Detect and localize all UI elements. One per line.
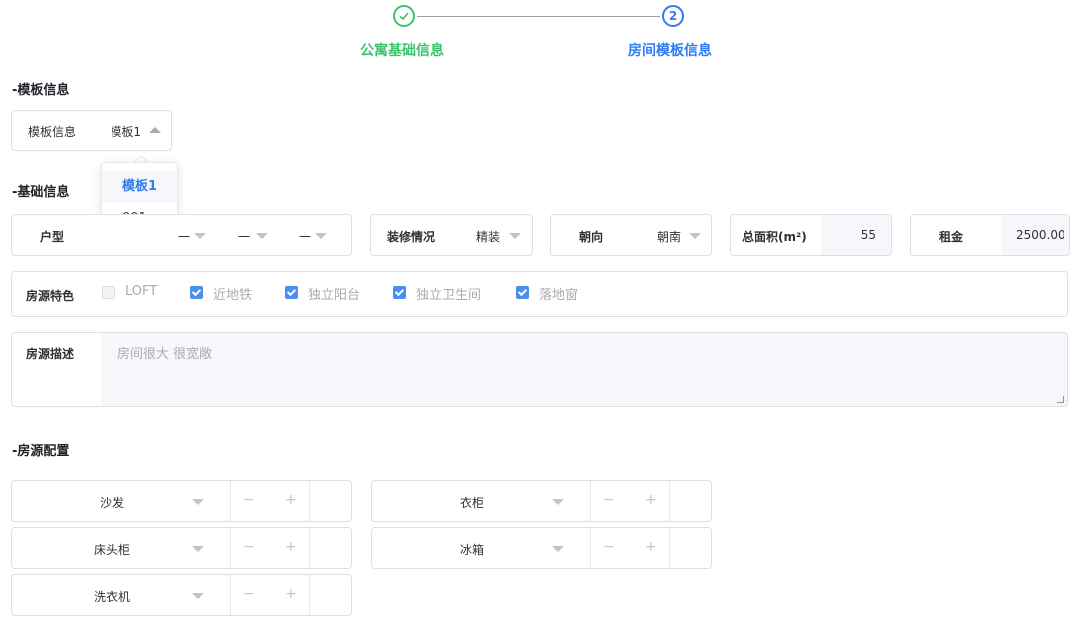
decoration-select[interactable]: 装修情况 精装 [370, 214, 533, 256]
step-1-check-icon [393, 5, 415, 27]
step-connector [417, 16, 660, 17]
config-sofa-label: 沙发 [99, 496, 124, 510]
decoration-label: 装修情况 [387, 230, 436, 244]
step-2-label[interactable]: 房间模板信息 [628, 40, 712, 60]
area-input[interactable]: 55 [821, 215, 891, 255]
orientation-value: 朝南 [657, 230, 682, 244]
rent-field: 租金 2500.00 [910, 214, 1070, 256]
config-nightstand-label: 床头柜 [93, 543, 130, 557]
step-1-label[interactable]: 公寓基础信息 [360, 40, 444, 60]
features-label: 房源特色 [26, 289, 75, 303]
chevron-down-icon [256, 233, 268, 239]
chevron-down-icon[interactable] [552, 546, 564, 552]
room-type-select-1[interactable]: 一 [170, 215, 230, 255]
orientation-select[interactable]: 朝向 朝南 [550, 214, 712, 256]
checkbox-french-window-label: 落地窗 [539, 288, 579, 303]
checkbox-bathroom[interactable] [393, 286, 406, 299]
quantity-stepper: − + [230, 575, 310, 615]
plus-button[interactable]: + [645, 492, 657, 508]
area-value: 55 [860, 228, 876, 242]
description-label: 房源描述 [26, 347, 75, 361]
basic-section-title: -基础信息 [12, 185, 70, 200]
config-row-washer: 洗衣机 − + [11, 574, 352, 616]
config-wardrobe-label: 衣柜 [459, 496, 484, 510]
checkbox-loft[interactable] [102, 286, 115, 299]
template-select[interactable]: 模板信息 模板1 [11, 110, 172, 151]
chevron-down-icon [509, 233, 521, 239]
quantity-stepper: − + [590, 481, 670, 521]
chevron-down-icon[interactable] [552, 499, 564, 505]
decoration-value: 精装 [476, 230, 501, 244]
description-textarea[interactable]: 房间很大 很宽敞 [101, 333, 1067, 406]
minus-button[interactable]: − [603, 492, 615, 508]
room-type-select-3[interactable]: 一 [293, 215, 348, 255]
minus-button[interactable]: − [603, 539, 615, 555]
checkbox-french-window[interactable] [516, 286, 529, 299]
chevron-up-icon [149, 127, 161, 133]
plus-button[interactable]: + [285, 586, 297, 602]
chevron-down-icon[interactable] [192, 593, 204, 599]
rent-value: 2500.00 [1016, 228, 1064, 242]
area-field: 总面积(m²) 55 [730, 214, 892, 256]
config-washer-label: 洗衣机 [93, 590, 130, 604]
checkbox-near-subway-label: 近地铁 [213, 288, 253, 303]
resize-handle-icon[interactable] [1057, 396, 1064, 403]
quantity-stepper: − + [230, 528, 310, 568]
template-selected-value: 模板1 [112, 125, 141, 139]
checkbox-balcony-label: 独立阳台 [308, 288, 361, 303]
room-type-select-2[interactable]: 一 [232, 215, 292, 255]
chevron-down-icon [315, 233, 327, 239]
checkbox-balcony[interactable] [285, 286, 298, 299]
template-section-title: -模板信息 [12, 83, 70, 98]
rent-label: 租金 [939, 230, 964, 244]
room-type-label: 户型 [40, 230, 65, 244]
checkbox-bathroom-label: 独立卫生间 [416, 288, 482, 303]
config-row-fridge: 冰箱 − + [371, 527, 712, 569]
minus-button[interactable]: − [243, 586, 255, 602]
orientation-label: 朝向 [579, 230, 604, 244]
config-row-wardrobe: 衣柜 − + [371, 480, 712, 522]
minus-button[interactable]: − [243, 539, 255, 555]
chevron-down-icon[interactable] [192, 499, 204, 505]
config-fridge-label: 冰箱 [459, 543, 484, 557]
checkbox-near-subway[interactable] [190, 286, 203, 299]
plus-button[interactable]: + [285, 539, 297, 555]
config-section-title: -房源配置 [12, 444, 70, 459]
minus-button[interactable]: − [243, 492, 255, 508]
chevron-down-icon[interactable] [192, 546, 204, 552]
chevron-down-icon [689, 233, 701, 239]
config-row-sofa: 沙发 − + [11, 480, 352, 522]
template-field-label: 模板信息 [28, 125, 77, 139]
config-row-nightstand: 床头柜 − + [11, 527, 352, 569]
chevron-down-icon [194, 233, 206, 239]
quantity-stepper: − + [590, 528, 670, 568]
checkbox-loft-label: LOFT [125, 284, 158, 299]
rent-input[interactable]: 2500.00 [1001, 215, 1069, 255]
plus-button[interactable]: + [645, 539, 657, 555]
area-label: 总面积(m²) [742, 230, 807, 244]
dropdown-option-template1[interactable]: 模板1 [102, 171, 177, 203]
step-2-number: 2 [662, 5, 684, 27]
description-placeholder: 房间很大 很宽敞 [117, 347, 213, 362]
plus-button[interactable]: + [285, 492, 297, 508]
quantity-stepper: − + [230, 481, 310, 521]
